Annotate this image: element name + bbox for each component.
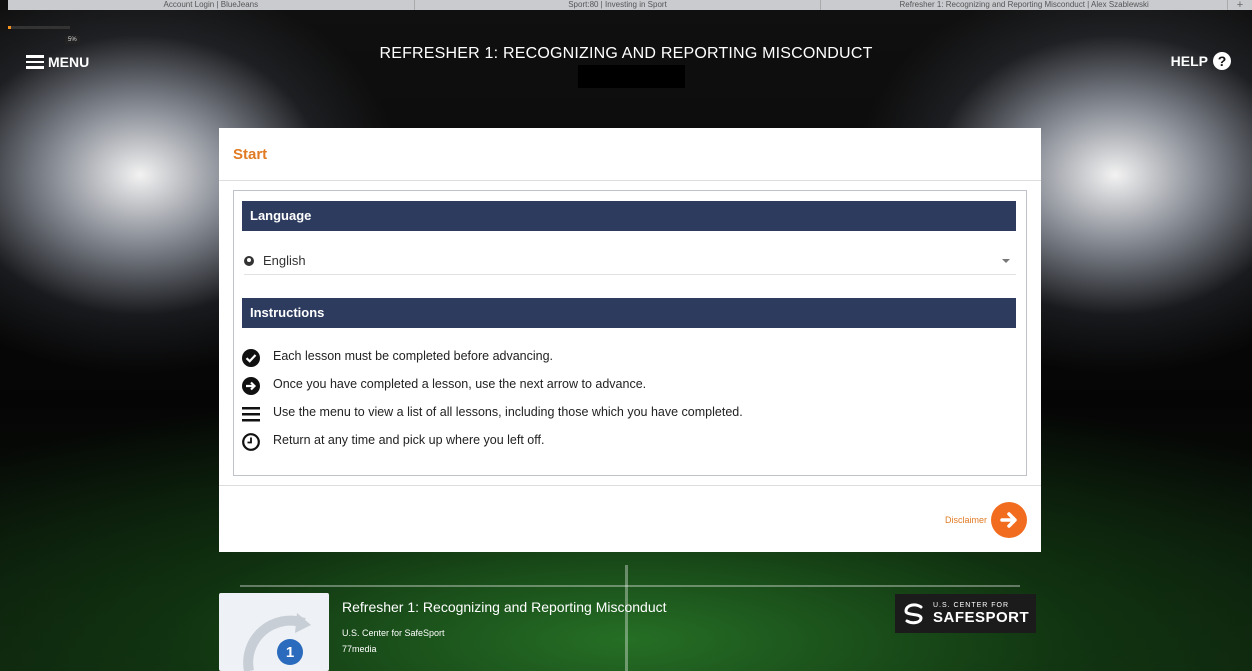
progress-fill bbox=[8, 26, 12, 29]
field-line bbox=[240, 585, 1020, 587]
safesport-logo-icon bbox=[904, 602, 923, 624]
progress-bar bbox=[8, 26, 70, 29]
chevron-down-icon bbox=[1002, 259, 1010, 263]
course-thumbnail: 1 bbox=[219, 593, 329, 671]
language-select[interactable]: English bbox=[244, 248, 1016, 275]
check-circle-icon bbox=[242, 349, 260, 367]
refresh-arrow-icon bbox=[243, 613, 311, 671]
card-title: Start bbox=[233, 146, 268, 163]
instruction-text: Return at any time and pick up where you… bbox=[273, 433, 545, 447]
instruction-text: Once you have completed a lesson, use th… bbox=[273, 377, 647, 391]
instruction-item: Use the menu to view a list of all lesso… bbox=[242, 401, 1002, 429]
course-title: Refresher 1: Recognizing and Reporting M… bbox=[342, 599, 667, 615]
course-organization: U.S. Center for SafeSport bbox=[342, 628, 445, 638]
language-value: English bbox=[263, 253, 306, 268]
course-author: 77media bbox=[342, 644, 377, 654]
arrow-right-icon bbox=[991, 502, 1027, 538]
list-icon bbox=[242, 407, 260, 422]
redaction-box bbox=[578, 65, 685, 88]
question-circle-icon: ? bbox=[1213, 52, 1231, 70]
instruction-text: Each lesson must be completed before adv… bbox=[273, 349, 554, 363]
instruction-item: Return at any time and pick up where you… bbox=[242, 429, 1002, 457]
arrow-circle-icon bbox=[242, 377, 260, 395]
new-tab-button[interactable]: + bbox=[1228, 0, 1252, 11]
instructions-section-header: Instructions bbox=[242, 298, 1016, 328]
language-section-header: Language bbox=[242, 201, 1016, 231]
instruction-text: Use the menu to view a list of all lesso… bbox=[273, 405, 743, 419]
help-label: HELP bbox=[1170, 53, 1208, 69]
browser-tab-active[interactable]: Refresher 1: Recognizing and Reporting M… bbox=[821, 0, 1229, 10]
clock-icon bbox=[242, 433, 260, 451]
field-line-vertical bbox=[625, 565, 628, 671]
browser-tab[interactable]: Account Login | BlueJeans bbox=[8, 0, 415, 10]
card-body: Language English Instructions Each lesso… bbox=[233, 190, 1027, 476]
globe-icon bbox=[244, 256, 254, 266]
lesson-number-badge: 1 bbox=[277, 639, 303, 665]
instruction-item: Each lesson must be completed before adv… bbox=[242, 345, 1002, 373]
browser-tab[interactable]: Sport:80 | Investing in Sport bbox=[415, 0, 822, 10]
card-footer: Disclaimer bbox=[219, 485, 1041, 553]
browser-tab-strip: Account Login | BlueJeans Sport:80 | Inv… bbox=[8, 0, 1252, 11]
next-label: Disclaimer bbox=[944, 515, 987, 525]
next-button[interactable]: Disclaimer bbox=[945, 502, 1027, 538]
instructions-list: Each lesson must be completed before adv… bbox=[242, 345, 1002, 457]
progress-percent-badge: 5% bbox=[65, 36, 80, 44]
help-button[interactable]: HELP ? bbox=[1171, 52, 1231, 70]
safesport-logo: U.S. CENTER FOR SAFESPORT bbox=[895, 594, 1036, 633]
start-card: Start Language English Instructions Each… bbox=[219, 128, 1041, 552]
page-title: REFRESHER 1: RECOGNIZING AND REPORTING M… bbox=[379, 45, 873, 62]
card-header: Start bbox=[219, 128, 1041, 181]
logo-big-text: SAFESPORT bbox=[933, 608, 1030, 626]
instruction-item: Once you have completed a lesson, use th… bbox=[242, 373, 1002, 401]
